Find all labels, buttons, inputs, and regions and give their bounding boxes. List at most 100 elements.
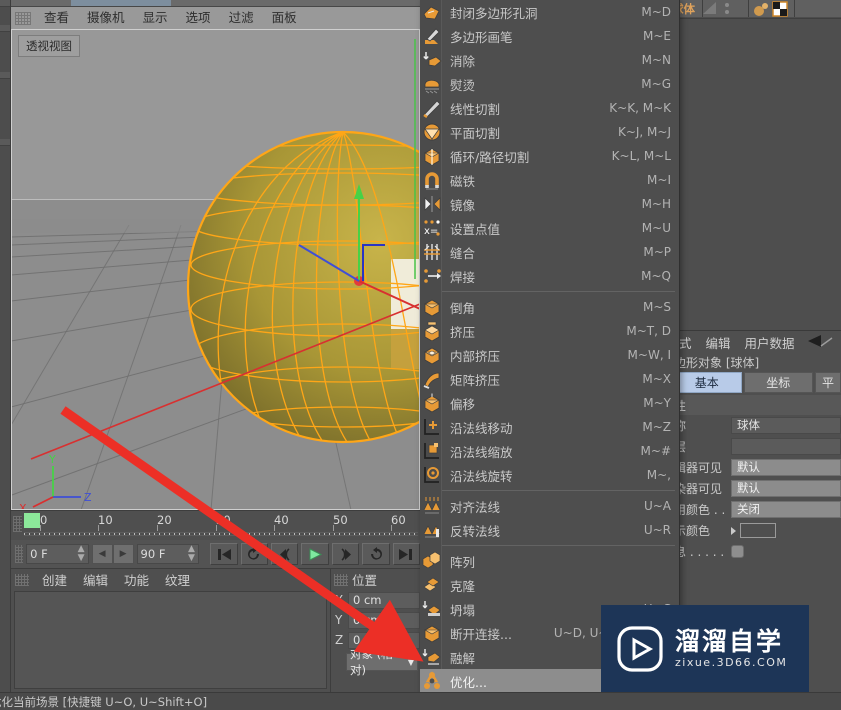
material-manager[interactable]: 创建 编辑 功能 纹理 <box>11 568 330 692</box>
attr-menu-userdata[interactable]: 用户数据 <box>738 333 802 352</box>
menu-item-iron[interactable]: 熨烫 M~G <box>420 72 679 96</box>
menu-item-knife[interactable]: 线性切割 K~K, M~K <box>420 96 679 120</box>
previous-key-button[interactable] <box>240 543 269 565</box>
viewport-menu-panel[interactable]: 面板 <box>263 9 306 27</box>
step-forward-button[interactable] <box>331 543 360 565</box>
material-manager-menubar[interactable]: 创建 编辑 功能 纹理 <box>11 569 330 590</box>
tab-smoothing[interactable]: 平 <box>815 372 841 393</box>
viewport-menu-filter[interactable]: 过滤 <box>220 9 263 27</box>
menu-item-mirror[interactable]: 镜像 M~H <box>420 192 679 216</box>
attr-input-editor-visible[interactable]: 默认 <box>731 459 841 476</box>
info-checkbox[interactable] <box>731 545 744 558</box>
attr-row-render-visible[interactable]: 染器可见 默认 <box>672 478 841 499</box>
menu-item-polygon-pen[interactable]: 多边形画笔 M~E <box>420 24 679 48</box>
timeline-track[interactable]: 0 10 20 30 40 50 60 <box>24 513 418 531</box>
attr-row-name[interactable]: 称 球体 <box>672 415 841 436</box>
attr-input-use-color[interactable]: 关闭 <box>731 501 841 518</box>
object-manager-icons[interactable] <box>701 1 745 16</box>
back-arrow-icon[interactable] <box>807 334 833 351</box>
attr-row-layer[interactable]: 层 <box>672 436 841 457</box>
attr-input-layer[interactable] <box>731 438 841 455</box>
tab-coordinates[interactable]: 坐标 <box>743 372 813 393</box>
next-key-button[interactable] <box>362 543 390 565</box>
menu-item-scale-along-normal[interactable]: 沿法线缩放 M~# <box>420 439 679 463</box>
attr-menu-edit[interactable]: 编辑 <box>699 333 738 352</box>
go-to-end-button[interactable] <box>392 543 420 565</box>
drag-grip-icon[interactable] <box>334 573 348 586</box>
menu-item-close-polygon-hole[interactable]: 封闭多边形孔洞 M~D <box>420 0 679 24</box>
attr-input-render-visible[interactable]: 默认 <box>731 480 841 497</box>
object-manager[interactable]: 球体 <box>672 0 841 330</box>
viewport-menu-options[interactable]: 选项 <box>177 9 220 27</box>
expand-triangle-icon[interactable] <box>731 526 736 535</box>
viewport-menu-camera[interactable]: 摄像机 <box>78 9 134 27</box>
coordinate-row-x[interactable]: X 0 cm <box>331 590 420 610</box>
menu-item-reverse-normals[interactable]: 反转法线 U~R <box>420 518 679 542</box>
drag-grip-icon[interactable] <box>15 11 31 25</box>
drag-grip-icon[interactable] <box>15 573 29 586</box>
menu-item-melt[interactable]: 消除 M~N <box>420 48 679 72</box>
object-manager-list[interactable] <box>680 18 841 330</box>
drag-grip-icon[interactable] <box>13 516 22 532</box>
menu-item-stitch-sew[interactable]: 缝合 M~P <box>420 240 679 264</box>
attr-input-name[interactable]: 球体 <box>731 417 841 434</box>
step-back-button[interactable] <box>271 543 299 565</box>
menu-item-rotate-along-normal[interactable]: 沿法线旋转 M~, <box>420 463 679 487</box>
attr-row-info[interactable]: 息 . . . . . <box>672 541 841 562</box>
drag-grip-icon[interactable] <box>15 545 24 563</box>
object-manager-toolbar[interactable]: 球体 <box>672 0 841 17</box>
menu-item-inner-extrude[interactable]: 内部挤压 M~W, I <box>420 343 679 367</box>
menu-item-list[interactable]: 封闭多边形孔洞 M~D 多边形画笔 M~E 消除 M~N 熨烫 M~G 线性切割 K~K, M~K… <box>420 0 679 710</box>
material-menu-function[interactable]: 功能 <box>116 570 157 589</box>
frame-next-button[interactable]: ▶ <box>112 544 134 564</box>
current-frame-field[interactable]: 0 F ▲ ▼ <box>26 544 89 564</box>
viewport-name-label[interactable]: 透视视图 <box>18 35 80 57</box>
viewport-menubar[interactable]: 查看 摄像机 显示 选项 过滤 面板 <box>11 7 420 29</box>
coordinates-manager[interactable]: 位置 X 0 cm Y 0 cm Z 0 cm 对象 (相对) ▼ <box>330 568 420 692</box>
menu-item-matrix-extrude[interactable]: 矩阵挤压 M~X <box>420 367 679 391</box>
timeline-current-marker[interactable] <box>24 513 40 528</box>
menu-item-loop-path-cut[interactable]: 循环/路径切割 K~L, M~L <box>420 144 679 168</box>
menu-item-offset[interactable]: 偏移 M~Y <box>420 391 679 415</box>
tab-basic[interactable]: 基本 <box>672 372 742 393</box>
attr-row-editor-visible[interactable]: 辑器可见 默认 <box>672 457 841 478</box>
attribute-tabs[interactable]: 基本 坐标 平 <box>672 372 841 393</box>
menu-item-array[interactable]: 阵列 <box>420 549 679 573</box>
menu-item-weld[interactable]: 焊接 M~Q <box>420 264 679 288</box>
timeline-ruler[interactable]: 0 10 20 30 40 50 60 <box>11 510 420 540</box>
material-menu-texture[interactable]: 纹理 <box>157 570 198 589</box>
menu-item-set-point-value[interactable]: x= 设置点值 M~U <box>420 216 679 240</box>
left-toolbar-rail[interactable] <box>0 0 11 710</box>
menu-item-plane-cut[interactable]: 平面切割 K~J, M~J <box>420 120 679 144</box>
coordinate-mode-dropdown[interactable]: 对象 (相对) ▼ <box>346 647 418 677</box>
frame-prev-button[interactable]: ◀ <box>91 544 113 564</box>
attribute-manager-menubar[interactable]: 式 编辑 用户数据 <box>672 331 841 353</box>
material-menu-create[interactable]: 创建 <box>34 570 75 589</box>
play-button[interactable] <box>301 543 329 565</box>
attr-row-use-color[interactable]: 用颜色 . . 关闭 <box>672 499 841 520</box>
viewport-menu-display[interactable]: 显示 <box>134 9 177 27</box>
material-manager-body[interactable] <box>14 591 327 689</box>
menu-item-clone[interactable]: 克隆 <box>420 573 679 597</box>
menu-item-move-along-normal[interactable]: 沿法线移动 M~Z <box>420 415 679 439</box>
object-thumbnails[interactable] <box>751 0 793 17</box>
go-to-start-button[interactable] <box>210 543 238 565</box>
menu-item-align-normals[interactable]: 对齐法线 U~A <box>420 494 679 518</box>
attr-row-display-color[interactable]: 示颜色 <box>672 520 841 541</box>
viewport-menu-view[interactable]: 查看 <box>35 9 78 27</box>
color-swatch[interactable] <box>740 523 776 538</box>
menu-item-magnet[interactable]: 磁铁 M~I <box>420 168 679 192</box>
stepper-icon[interactable]: ▲ ▼ <box>188 545 195 563</box>
menu-item-extrude[interactable]: 挤压 M~T, D <box>420 319 679 343</box>
material-menu-edit[interactable]: 编辑 <box>75 570 116 589</box>
coordinate-row-y[interactable]: Y 0 cm <box>331 610 420 630</box>
end-frame-field[interactable]: 90 F ▲ ▼ <box>136 544 199 564</box>
position-y-input[interactable]: 0 cm <box>348 611 420 629</box>
animation-transport-bar[interactable]: 0 F ▲ ▼ ◀ ▶ 90 F ▲ ▼ <box>11 540 420 568</box>
viewport-3d[interactable]: Y Z X 透视视图 <box>11 29 420 510</box>
frame-nav-arrows[interactable]: ◀ ▶ <box>91 544 134 564</box>
menu-item-bevel[interactable]: 倒角 M~S <box>420 295 679 319</box>
position-x-input[interactable]: 0 cm <box>348 591 420 609</box>
stepper-icon[interactable]: ▲ ▼ <box>78 545 85 563</box>
mesh-dropdown-menu[interactable]: 封闭多边形孔洞 M~D 多边形画笔 M~E 消除 M~N 熨烫 M~G 线性切割 K~K, M~K… <box>420 0 680 710</box>
